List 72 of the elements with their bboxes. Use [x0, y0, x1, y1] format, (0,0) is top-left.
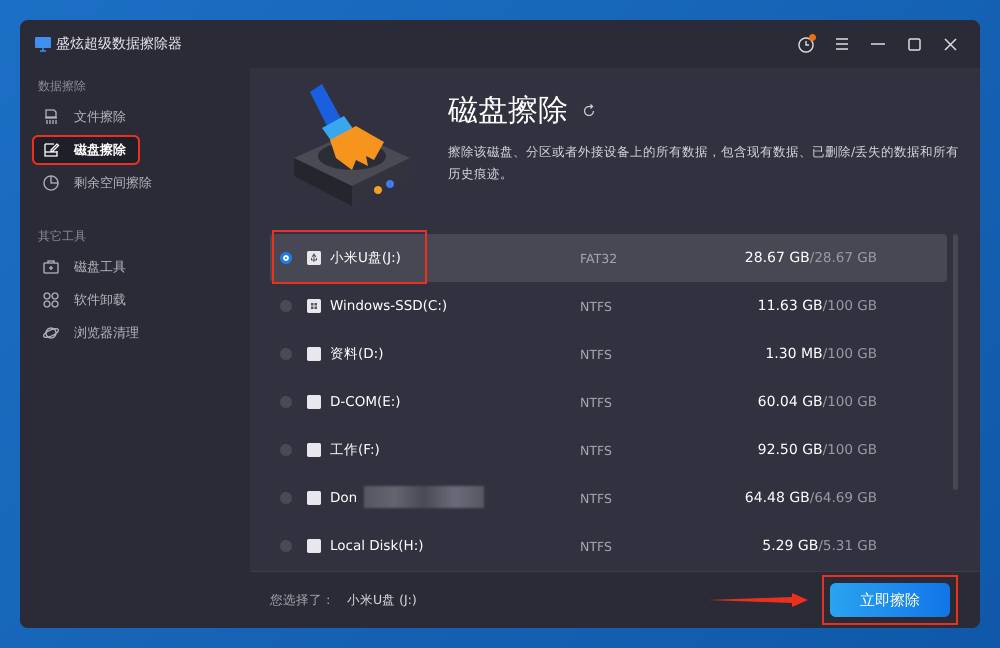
drive-icon: [306, 442, 322, 458]
window-title: 盛炫超级数据擦除器: [56, 35, 182, 53]
disk-edit-icon: [42, 141, 60, 159]
file-system: NTFS: [580, 298, 613, 314]
close-icon: [944, 38, 956, 50]
sidebar-item[interactable]: 文件擦除: [32, 102, 242, 132]
radio-button[interactable]: [280, 492, 292, 504]
usb-drive-icon: [306, 250, 322, 266]
radio-button[interactable]: [280, 540, 292, 552]
drive-size: 92.50 GB/100 GB: [756, 442, 877, 458]
drive-icon: [306, 394, 322, 410]
sidebar-item[interactable]: 剩余空间擦除: [32, 168, 242, 198]
drive-name: 工作(F:): [330, 441, 381, 459]
file-system: NTFS: [580, 538, 613, 554]
sidebar-section-title: 其它工具: [37, 228, 87, 245]
refresh-icon[interactable]: [582, 104, 596, 118]
drive-size: 64.48 GB/64.69 GB: [744, 490, 877, 506]
drive-row[interactable]: 工作(F:) NTFS 92.50 GB/100 GB: [270, 426, 947, 474]
page-description: 擦除该磁盘、分区或者外接设备上的所有数据，包含现有数据、已删除/丢失的数据和所有历史痕迹。: [448, 143, 960, 183]
drive-size: 28.67 GB/28.67 GB: [744, 250, 877, 266]
drive-row[interactable]: 资料(D:) NTFS 1.30 MB/100 GB: [270, 330, 947, 378]
drive-row[interactable]: D-COM(E:) NTFS 60.04 GB/100 GB: [270, 378, 947, 426]
selected-drive: 小米U盘 (J:): [347, 592, 417, 608]
drive-icon: [306, 490, 322, 506]
page-title: 磁盘擦除: [448, 92, 568, 130]
file-system: NTFS: [580, 346, 613, 362]
sidebar-item[interactable]: 浏览器清理: [32, 318, 242, 348]
radio-button[interactable]: [280, 444, 292, 456]
wipe-now-button[interactable]: 立即擦除: [830, 583, 950, 617]
toolbox-icon: [42, 258, 60, 276]
sidebar-item-label: 剩余空间擦除: [74, 175, 152, 192]
file-system: NTFS: [580, 490, 613, 506]
sidebar-item-label: 软件卸载: [74, 292, 126, 309]
apps-icon: [42, 291, 60, 309]
radio-button[interactable]: [280, 396, 292, 408]
file-system: NTFS: [580, 442, 613, 458]
drive-name: 资料(D:): [330, 345, 384, 363]
minimize-icon: [871, 43, 885, 45]
sidebar-item[interactable]: 磁盘工具: [32, 252, 242, 282]
sidebar-item[interactable]: 磁盘擦除: [32, 135, 140, 165]
drive-name: Windows-SSD(C:): [330, 298, 448, 314]
sidebar-item-label: 磁盘擦除: [74, 142, 126, 159]
drive-row[interactable]: Local Disk(H:) NTFS 5.29 GB/5.31 GB: [270, 522, 947, 570]
drive-size: 60.04 GB/100 GB: [756, 394, 877, 410]
windows-drive-icon: [306, 298, 322, 314]
drive-icon: [306, 346, 322, 362]
shredder-icon: [42, 108, 60, 126]
radio-button[interactable]: [280, 300, 292, 312]
drive-name: Don: [330, 490, 358, 506]
file-system: NTFS: [580, 394, 613, 410]
drive-name: D-COM(E:): [330, 394, 402, 410]
monitor-logo-icon: [34, 36, 52, 52]
menu-icon: [835, 38, 849, 50]
drive-size: 5.29 GB/5.31 GB: [761, 538, 877, 554]
sidebar-item[interactable]: 软件卸载: [32, 285, 242, 315]
drive-size: 11.63 GB/100 GB: [756, 298, 877, 314]
drive-icon: [306, 538, 322, 554]
sidebar-item-label: 磁盘工具: [74, 259, 126, 276]
selection-label: 您选择了：: [270, 592, 335, 608]
drive-row[interactable]: Windows-SSD(C:) NTFS 11.63 GB/100 GB: [270, 282, 947, 330]
drive-row[interactable]: Don NTFS 64.48 GB/64.69 GB: [270, 474, 947, 522]
sidebar-section-title: 数据擦除: [37, 78, 87, 95]
maximize-icon: [908, 38, 920, 50]
radio-button[interactable]: [280, 348, 292, 360]
sidebar-item-label: 文件擦除: [74, 109, 126, 126]
pie-chart-icon: [42, 174, 60, 192]
file-system: FAT32: [580, 250, 618, 266]
drive-size: 1.30 MB/100 GB: [764, 346, 877, 362]
radio-button[interactable]: [280, 252, 292, 264]
sidebar-item-label: 浏览器清理: [74, 325, 139, 342]
drive-name: Local Disk(H:): [330, 538, 425, 554]
drive-name: 小米U盘(J:): [330, 249, 402, 267]
